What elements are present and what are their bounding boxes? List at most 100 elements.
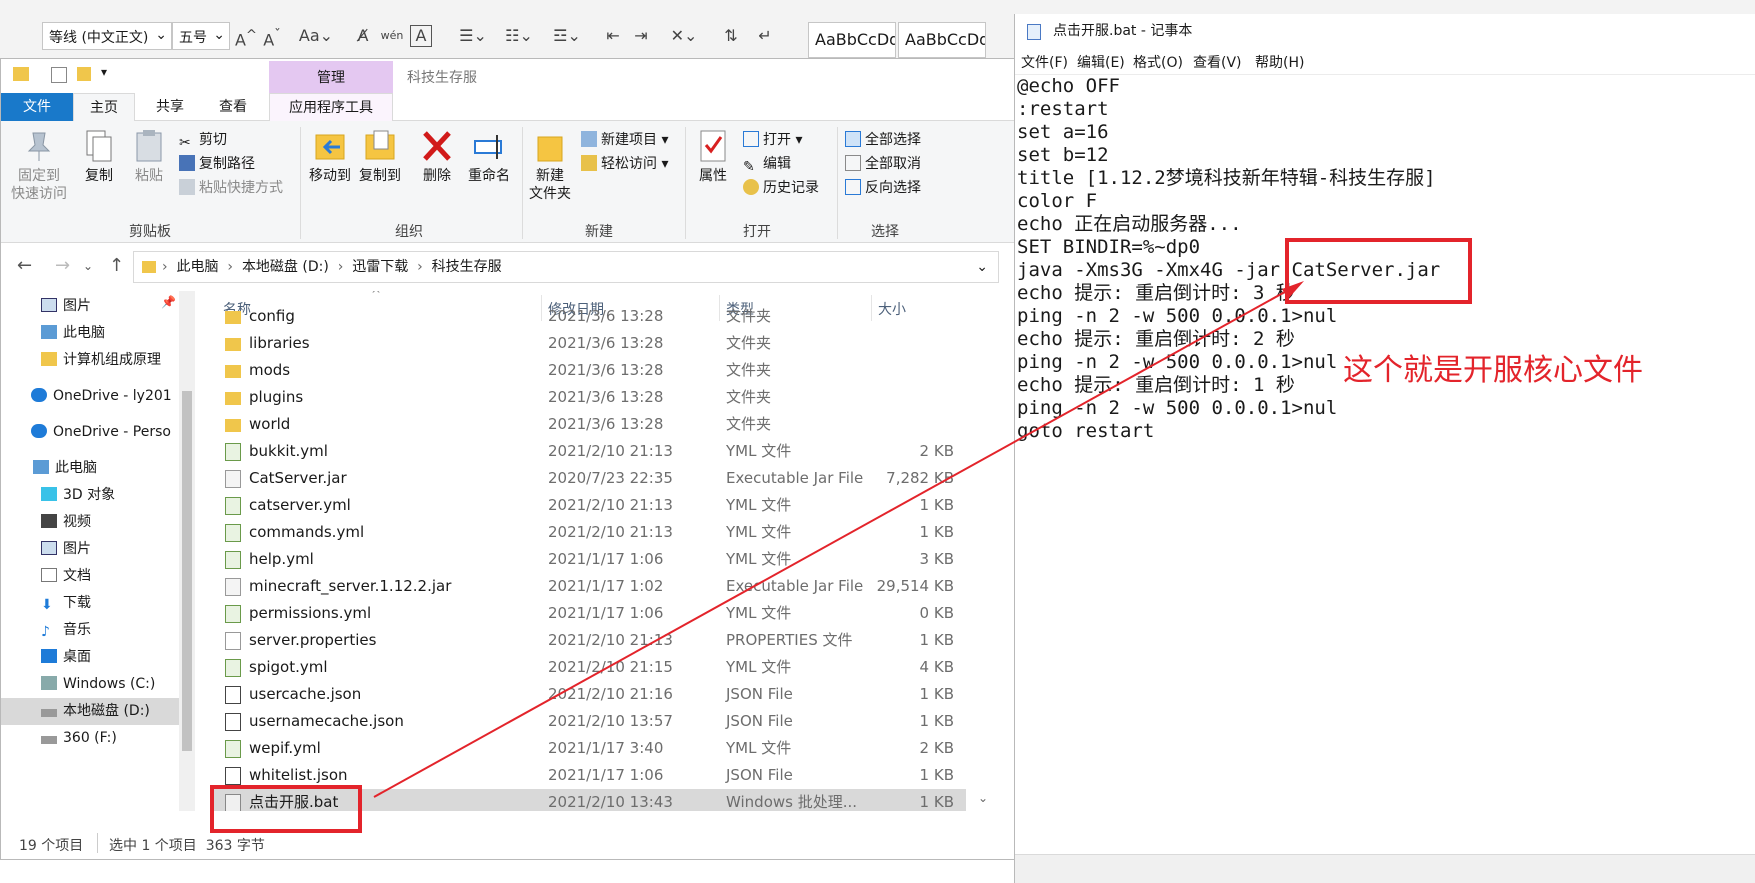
delete-button[interactable]: 删除 (415, 129, 459, 185)
open-button[interactable]: 打开 ▾ (743, 129, 802, 151)
scroll-down-icon[interactable]: ⌄ (978, 791, 988, 805)
nav-documents[interactable]: 文档 (1, 563, 181, 590)
breadcrumb-this-pc[interactable]: 此电脑 (177, 259, 219, 275)
menu-view[interactable]: 查看(V) (1193, 52, 1242, 72)
nav-onedrive-2[interactable]: OneDrive - Perso (1, 419, 181, 446)
history-button[interactable]: 历史记录 (743, 177, 819, 199)
tab-file[interactable]: 文件 (1, 93, 73, 121)
nav-this-pc-pinned[interactable]: 此电脑 (1, 320, 181, 347)
show-marks-icon[interactable]: ↵ (752, 22, 778, 50)
manage-context-tab[interactable]: 管理 (269, 61, 393, 93)
menu-format[interactable]: 格式(O) (1133, 52, 1183, 72)
select-all-button[interactable]: 全部选择 (845, 129, 921, 151)
change-case-icon[interactable]: Aa⌄ (296, 22, 336, 50)
file-row[interactable]: world 2021/3/6 13:28 文件夹 (211, 411, 966, 438)
back-arrow-icon[interactable]: ← (17, 255, 32, 276)
multilevel-list-icon[interactable]: ☲⌄ (550, 22, 584, 50)
menu-help[interactable]: 帮助(H) (1255, 52, 1304, 72)
file-row[interactable]: bukkit.yml 2021/2/10 21:13 YML 文件 2 KB (211, 438, 966, 465)
char-border-icon[interactable]: A (410, 25, 432, 47)
asian-layout-icon[interactable]: ✕⌄ (666, 22, 702, 50)
shrink-font-icon[interactable]: Aˇ (260, 22, 284, 50)
copy-path-button[interactable]: 复制路径 (179, 153, 255, 175)
tab-view[interactable]: 查看 (205, 93, 261, 121)
select-none-button[interactable]: 全部取消 (845, 153, 921, 175)
nav-desktop[interactable]: 桌面 (1, 644, 181, 671)
file-row[interactable]: minecraft_server.1.12.2.jar 2021/1/17 1:0… (211, 573, 966, 600)
bullets-icon[interactable]: ☰⌄ (456, 22, 490, 50)
recent-dropdown-icon[interactable]: ⌄ (83, 259, 93, 273)
nav-drive-d[interactable]: 本地磁盘 (D:) (1, 698, 179, 725)
new-folder-icon[interactable] (77, 67, 91, 81)
copy-button[interactable]: 复制 (77, 129, 121, 185)
nav-3d-objects[interactable]: 3D 对象 (1, 482, 181, 509)
file-row[interactable]: spigot.yml 2021/2/10 21:15 YML 文件 4 KB (211, 654, 966, 681)
decrease-indent-icon[interactable]: ⇤ (602, 22, 624, 50)
file-row[interactable]: wepif.yml 2021/1/17 3:40 YML 文件 2 KB (211, 735, 966, 762)
new-item-button[interactable]: 新建项目 ▾ (581, 129, 668, 151)
menu-edit[interactable]: 编辑(E) (1077, 52, 1125, 72)
new-folder-button[interactable]: 新建 文件夹 (525, 129, 575, 203)
paste-button[interactable]: 粘贴 (127, 129, 171, 185)
nav-music[interactable]: ♪ 音乐 (1, 617, 181, 644)
nav-downloads[interactable]: ⬇ 下载 (1, 590, 181, 617)
edit-button[interactable]: ✎ 编辑 (743, 153, 791, 175)
file-row[interactable]: CatServer.jar 2020/7/23 22:35 Executable J… (211, 465, 966, 492)
forward-arrow-icon[interactable]: → (55, 255, 70, 276)
move-to-button[interactable]: 移动到 (305, 129, 355, 185)
increase-indent-icon[interactable]: ⇥ (630, 22, 652, 50)
nav-computer-organization[interactable]: 计算机组成原理 (1, 347, 181, 374)
pin-quick-access-button[interactable]: 固定到 快速访问 (7, 129, 71, 203)
copy-to-button[interactable]: 复制到 (355, 129, 405, 185)
nav-scrollbar-thumb[interactable] (182, 391, 192, 751)
invert-selection-button[interactable]: 反向选择 (845, 177, 921, 199)
properties-button[interactable]: 属性 (691, 129, 735, 185)
up-arrow-icon[interactable]: ↑ (109, 255, 124, 276)
font-name-select[interactable]: 等线 (中文正文) ⌄ (42, 22, 172, 50)
nav-this-pc[interactable]: 此电脑 (1, 455, 181, 482)
notepad-text-area[interactable]: @echo OFF :restart set a=16 set b=12 tit… (1015, 74, 1755, 854)
nav-pictures[interactable]: 图片 (1, 536, 181, 563)
file-row[interactable]: server.properties 2021/2/10 21:13 PROPERTI… (211, 627, 966, 654)
paste-shortcut-button[interactable]: 粘贴快捷方式 (179, 177, 283, 199)
tab-home[interactable]: 主页 (73, 93, 135, 121)
qat-dropdown-icon[interactable]: ▾ (101, 65, 107, 79)
file-row[interactable]: plugins 2021/3/6 13:28 文件夹 (211, 384, 966, 411)
numbering-icon[interactable]: ☷⌄ (502, 22, 536, 50)
tab-share[interactable]: 共享 (141, 93, 199, 121)
style-normal[interactable]: AaBbCcDd (808, 22, 896, 58)
cut-button[interactable]: ✂ 剪切 (179, 129, 227, 151)
file-row[interactable]: permissions.yml 2021/1/17 1:06 YML 文件 0 KB (211, 600, 966, 627)
file-row[interactable]: commands.yml 2021/2/10 21:13 YML 文件 1 KB (211, 519, 966, 546)
address-bar[interactable]: › 此电脑 › 本地磁盘 (D:) › 迅雷下载 › 科技生存服 ⌄ (133, 251, 999, 283)
nav-drive-c[interactable]: Windows (C:) (1, 671, 181, 698)
file-row[interactable]: usercache.json 2021/2/10 21:16 JSON File 1 … (211, 681, 966, 708)
chevron-down-icon[interactable]: ⌄ (976, 252, 988, 282)
font-size-select[interactable]: 五号 ⌄ (172, 22, 230, 50)
nav-pictures-pinned[interactable]: 图片 (1, 293, 181, 320)
grow-font-icon[interactable]: A^ (234, 22, 258, 50)
list-scrollbar[interactable]: ⌄ (976, 291, 992, 811)
file-row[interactable]: libraries 2021/3/6 13:28 文件夹 (211, 330, 966, 357)
file-row[interactable]: usernamecache.json 2021/2/10 13:57 JSON Fi… (211, 708, 966, 735)
nav-onedrive-1[interactable]: OneDrive - ly201 (1, 383, 181, 410)
file-row[interactable]: config 2021/3/6 13:28 文件夹 (211, 303, 966, 330)
menu-file[interactable]: 文件(F) (1021, 52, 1068, 72)
phonetic-guide-icon[interactable]: wén (380, 22, 404, 50)
breadcrumb-current[interactable]: 科技生存服 (432, 259, 502, 275)
sort-icon[interactable]: ⇅ (718, 22, 744, 50)
file-size: 0 KB (919, 604, 954, 622)
tab-app-tools[interactable]: 应用程序工具 (269, 93, 393, 121)
nav-drive-f[interactable]: 360 (F:) (1, 725, 181, 752)
breadcrumb-drive-d[interactable]: 本地磁盘 (D:) (242, 259, 329, 275)
file-row[interactable]: catserver.yml 2021/2/10 21:13 YML 文件 1 KB (211, 492, 966, 519)
nav-videos[interactable]: 视频 (1, 509, 181, 536)
file-row[interactable]: help.yml 2021/1/17 1:06 YML 文件 3 KB (211, 546, 966, 573)
file-row[interactable]: mods 2021/3/6 13:28 文件夹 (211, 357, 966, 384)
breadcrumb-xunlei[interactable]: 迅雷下载 (352, 259, 408, 275)
style-no-spacing[interactable]: AaBbCcDd (898, 22, 986, 58)
clear-format-icon[interactable]: A̸ (350, 22, 376, 50)
easy-access-button[interactable]: 轻松访问 ▾ (581, 153, 668, 175)
properties-check-icon[interactable] (51, 67, 67, 83)
rename-button[interactable]: 重命名 (463, 129, 515, 185)
